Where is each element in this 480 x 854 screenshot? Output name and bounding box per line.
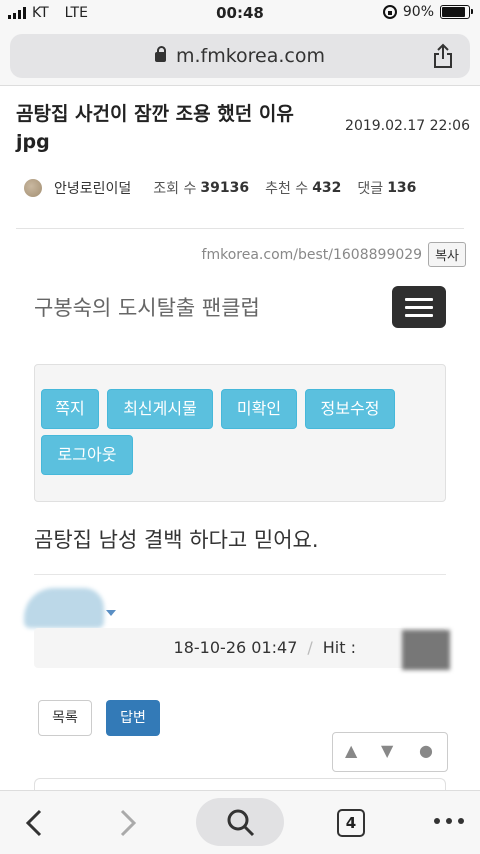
menu-chip: 쪽지 bbox=[41, 389, 99, 429]
comments-count[interactable]: 136 bbox=[387, 180, 416, 196]
url-text: m.fmkorea.com bbox=[175, 45, 326, 67]
search-button[interactable] bbox=[196, 798, 284, 846]
embedded-menu: 쪽지 최신게시물 미확인 정보수정 로그아웃 bbox=[34, 364, 446, 502]
search-icon bbox=[227, 809, 255, 837]
lock-icon bbox=[154, 46, 166, 62]
copy-button[interactable]: 복사 bbox=[428, 242, 466, 267]
embedded-site-name: 구봉숙의 도시탈출 팬클럽 bbox=[34, 296, 260, 320]
battery-percent: 90% bbox=[402, 4, 434, 20]
short-url[interactable]: fmkorea.com/best/1608899029 bbox=[202, 247, 423, 263]
comments-label: 댓글 bbox=[357, 181, 384, 197]
screen: KT LTE 00:48 90% m.fmkorea.com 곰탕집 사건이 잠… bbox=[0, 0, 480, 854]
author-name[interactable]: 안녕로린이덜 bbox=[54, 178, 131, 198]
comment-icon: ● bbox=[419, 741, 433, 760]
views-count: 39136 bbox=[200, 180, 250, 196]
menu-chip: 미확인 bbox=[221, 389, 297, 429]
avatar[interactable] bbox=[24, 179, 42, 197]
address-bar[interactable]: m.fmkorea.com bbox=[10, 34, 470, 78]
embedded-timestamp: 18-10-26 01:47 bbox=[173, 638, 298, 657]
hit-label: Hit : bbox=[322, 638, 356, 657]
battery-icon bbox=[440, 5, 473, 19]
embedded-post-text: 곰탕집 남성 결백 하다고 믿어요. bbox=[34, 528, 319, 552]
arrow-down-icon: ▼ bbox=[381, 741, 394, 760]
embedded-info-bar: 18-10-26 01:47/Hit : bbox=[34, 628, 446, 668]
post-date: 2019.02.17 22:06 bbox=[345, 118, 470, 134]
embedded-list-button: 목록 bbox=[38, 700, 92, 736]
hamburger-menu-icon bbox=[392, 286, 446, 328]
caret-down-icon bbox=[106, 610, 116, 616]
likes-label: 추천 수 bbox=[265, 181, 309, 197]
tabs-button[interactable]: 4 bbox=[337, 809, 365, 837]
blurred-hit-count bbox=[402, 630, 450, 670]
embedded-reply-button: 답변 bbox=[106, 700, 160, 736]
divider bbox=[34, 574, 446, 575]
browser-toolbar: 4 bbox=[0, 790, 480, 854]
back-icon[interactable] bbox=[24, 809, 44, 837]
forward-icon[interactable] bbox=[118, 809, 138, 837]
arrow-up-icon: ▲ bbox=[345, 741, 358, 760]
post-header: 곰탕집 사건이 잠깐 조용 했던 이유 jpg 2019.02.17 22:06 bbox=[16, 100, 470, 156]
views-label: 조회 수 bbox=[153, 181, 197, 197]
divider bbox=[16, 228, 464, 229]
menu-chip: 최신게시물 bbox=[107, 389, 213, 429]
rotation-lock-icon bbox=[382, 5, 397, 19]
status-bar: KT LTE 00:48 90% bbox=[0, 0, 480, 28]
likes-count: 432 bbox=[312, 180, 342, 196]
short-url-row: fmkorea.com/best/1608899029 복사 bbox=[202, 242, 466, 267]
post-title: 곰탕집 사건이 잠깐 조용 했던 이유 jpg bbox=[16, 103, 294, 153]
menu-chip: 로그아웃 bbox=[41, 435, 133, 475]
share-icon[interactable] bbox=[432, 43, 454, 69]
blurred-username bbox=[24, 588, 104, 628]
menu-chip: 정보수정 bbox=[305, 389, 395, 429]
embedded-action-group: ▲ ▼ ● bbox=[332, 732, 448, 772]
post-image: 구봉숙의 도시탈출 팬클럽 쪽지 최신게시물 미확인 정보수정 로그아웃 곰탕집… bbox=[18, 272, 464, 798]
post-meta: 안녕로린이덜 조회 수 39136 추천 수 432 댓글 136 bbox=[24, 178, 432, 198]
more-icon[interactable] bbox=[434, 818, 464, 824]
browser-header: m.fmkorea.com bbox=[0, 28, 480, 86]
